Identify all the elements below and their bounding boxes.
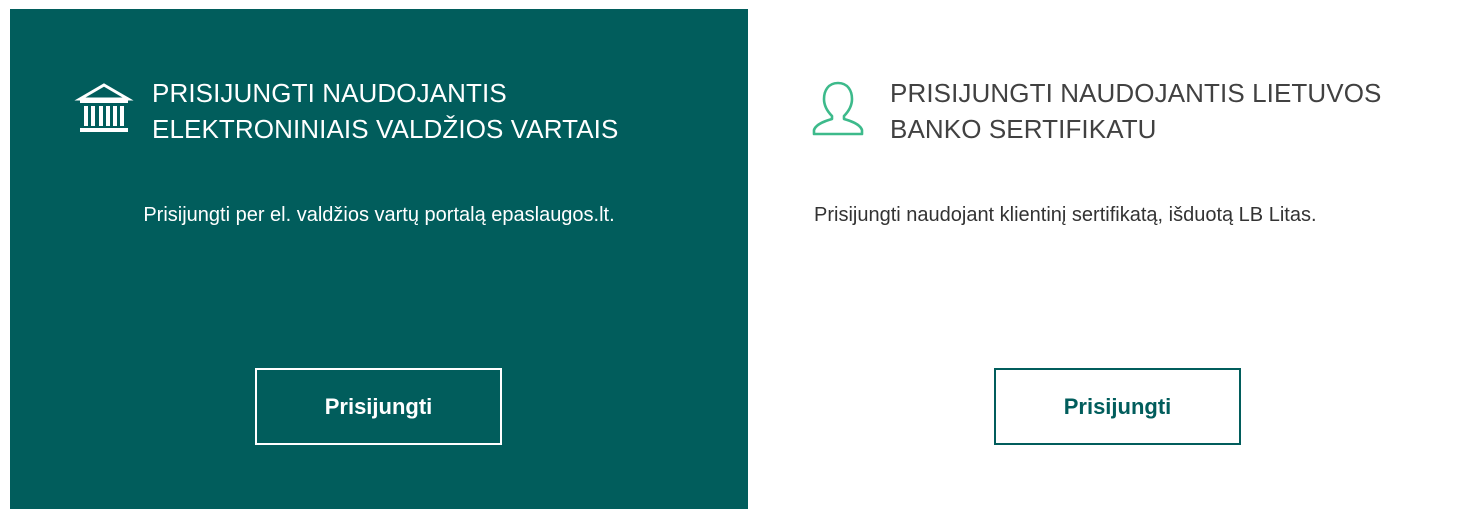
- egov-login-card: PRISIJUNGTI NAUDOJANTIS ELEKTRONINIAIS V…: [10, 9, 748, 509]
- bank-cert-login-card: PRISIJUNGTI NAUDOJANTIS LIETUVOS BANKO S…: [748, 9, 1468, 509]
- government-building-icon: [74, 79, 134, 139]
- egov-card-description: Prisijungti per el. valdžios vartų porta…: [143, 204, 615, 226]
- egov-card-header: PRISIJUNGTI NAUDOJANTIS ELEKTRONINIAIS V…: [74, 75, 672, 147]
- egov-card-title: PRISIJUNGTI NAUDOJANTIS ELEKTRONINIAIS V…: [152, 78, 619, 144]
- login-options-page: PRISIJUNGTI NAUDOJANTIS ELEKTRONINIAIS V…: [0, 0, 1468, 509]
- bank-cert-card-header: PRISIJUNGTI NAUDOJANTIS LIETUVOS BANKO S…: [810, 75, 1430, 147]
- bank-cert-card-title: PRISIJUNGTI NAUDOJANTIS LIETUVOS BANKO S…: [890, 78, 1382, 144]
- bank-cert-login-button[interactable]: Prisijungti: [994, 368, 1241, 445]
- egov-login-button[interactable]: Prisijungti: [255, 368, 502, 445]
- user-icon: [810, 79, 870, 139]
- bank-cert-card-description: Prisijungti naudojant klientinį sertifik…: [814, 204, 1317, 226]
